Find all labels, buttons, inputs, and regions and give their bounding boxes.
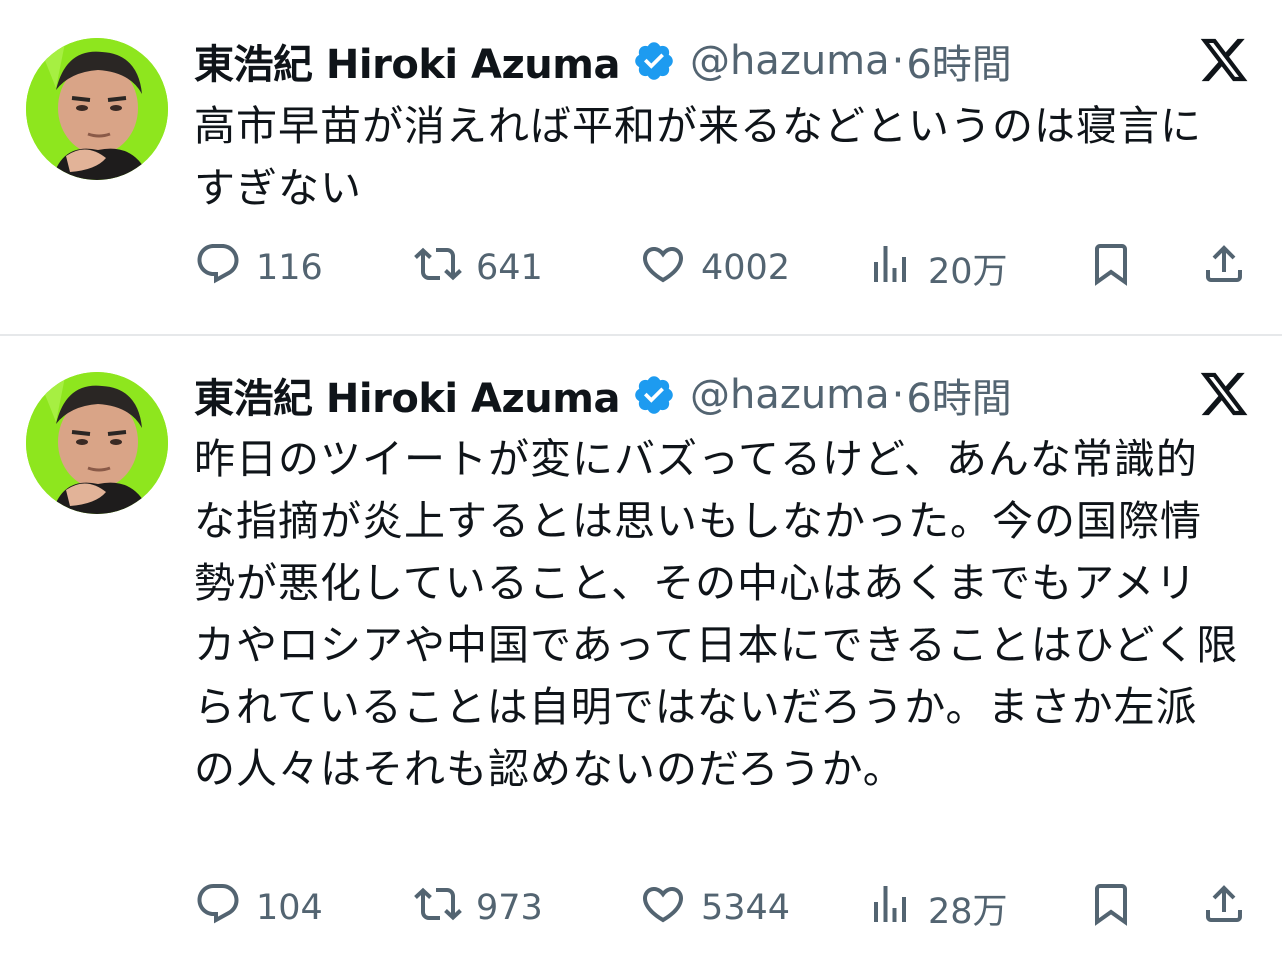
- avatar[interactable]: [26, 372, 168, 514]
- tweet-header: 東浩紀 Hiroki Azuma @hazuma · 6時間: [194, 36, 1262, 88]
- heart-icon: [639, 880, 687, 937]
- reply-icon: [194, 240, 242, 297]
- verified-badge-icon: [632, 373, 676, 417]
- tweet-text: 昨日のツイートが変にバズってるけど、あんな常識的な指摘が炎上するとは思いもしなか…: [194, 435, 1239, 793]
- tweet-header: 東浩紀 Hiroki Azuma @hazuma · 6時間: [194, 370, 1262, 422]
- views-icon: [866, 880, 914, 937]
- author-name[interactable]: 東浩紀 Hiroki Azuma: [194, 32, 620, 90]
- repost-count: 641: [476, 248, 543, 288]
- bookmark-button[interactable]: [1087, 238, 1135, 298]
- author-handle[interactable]: @hazuma: [690, 38, 890, 84]
- bookmark-button[interactable]: [1087, 878, 1135, 938]
- x-logo-icon: [1198, 34, 1250, 86]
- like-count: 5344: [701, 888, 791, 928]
- x-logo-icon: [1198, 368, 1250, 420]
- views-count: 20万: [928, 251, 1008, 292]
- reply-icon: [194, 880, 242, 937]
- repost-count: 973: [476, 888, 543, 928]
- avatar-photo: [26, 38, 168, 180]
- action-bar: 104 973 5344 28万: [194, 878, 1252, 938]
- heart-icon: [639, 240, 687, 297]
- bookmark-icon: [1087, 880, 1135, 937]
- views-count: 28万: [928, 891, 1008, 932]
- verified-badge-icon: [632, 39, 676, 83]
- like-button[interactable]: 4002: [639, 238, 790, 298]
- share-icon: [1200, 240, 1248, 297]
- share-button[interactable]: [1200, 878, 1248, 938]
- repost-button[interactable]: 973: [414, 878, 543, 938]
- bookmark-icon: [1087, 240, 1135, 297]
- repost-icon: [414, 880, 462, 937]
- reply-count: 116: [256, 248, 323, 288]
- action-bar: 116 641 4002 20万: [194, 238, 1252, 298]
- share-icon: [1200, 880, 1248, 937]
- tweet-2[interactable]: 東浩紀 Hiroki Azuma @hazuma · 6時間 昨日のツイートが変…: [0, 336, 1282, 974]
- reply-count: 104: [256, 888, 323, 928]
- avatar-photo: [26, 372, 168, 514]
- repost-button[interactable]: 641: [414, 238, 543, 298]
- tweet-1[interactable]: 東浩紀 Hiroki Azuma @hazuma · 6時間 高市早苗が消えれば…: [0, 0, 1282, 334]
- views-icon: [866, 240, 914, 297]
- author-name[interactable]: 東浩紀 Hiroki Azuma: [194, 366, 620, 424]
- views-button[interactable]: 28万: [866, 878, 1008, 938]
- separator-dot: ·: [891, 372, 905, 418]
- tweet-time[interactable]: 6時間: [906, 32, 1011, 90]
- reply-button[interactable]: 116: [194, 238, 323, 298]
- views-button[interactable]: 20万: [866, 238, 1008, 298]
- repost-icon: [414, 240, 462, 297]
- like-button[interactable]: 5344: [639, 878, 790, 938]
- like-count: 4002: [701, 248, 791, 288]
- share-button[interactable]: [1200, 238, 1248, 298]
- tweet-time[interactable]: 6時間: [906, 366, 1011, 424]
- tweet-text: 高市早苗が消えれば平和が来るなどというのは寝言にすぎない: [194, 102, 1202, 212]
- reply-button[interactable]: 104: [194, 878, 323, 938]
- avatar[interactable]: [26, 38, 168, 180]
- separator-dot: ·: [891, 38, 905, 84]
- author-handle[interactable]: @hazuma: [690, 372, 890, 418]
